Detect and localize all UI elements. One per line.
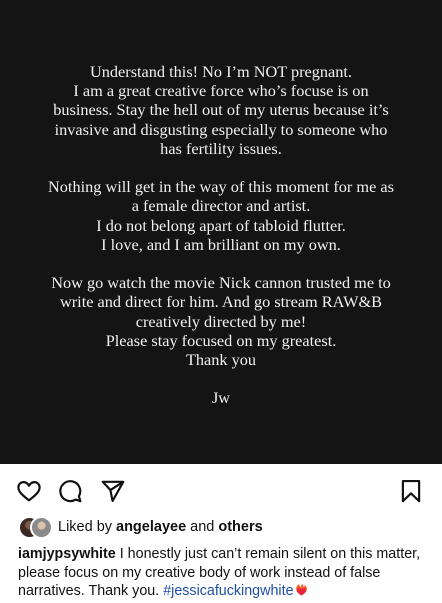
post-caption: iamjypsywhite I honestly just can’t rema… [18, 545, 430, 603]
post-image[interactable]: Understand this! No I’m NOT pregnant. I … [0, 0, 442, 464]
statement-paragraph-3: Now go watch the movie Nick cannon trust… [51, 273, 391, 370]
statement-paragraph-2: Nothing will get in the way of this mome… [48, 177, 394, 254]
caption-username[interactable]: iamjypsywhite [18, 546, 116, 562]
likes-others-link[interactable]: others [218, 519, 262, 535]
avatar [30, 516, 53, 539]
caption-hashtag[interactable]: #jessicafuckingwhite [163, 583, 293, 599]
heart-outline-icon[interactable] [16, 478, 42, 504]
statement-text: Understand this! No I’m NOT pregnant. I … [20, 62, 422, 408]
statement-paragraph-1: Understand this! No I’m NOT pregnant. I … [53, 62, 389, 158]
liker-avatars [18, 516, 53, 539]
action-bar [0, 464, 442, 514]
bookmark-icon[interactable] [398, 478, 424, 504]
heart-on-fire-icon [294, 582, 309, 603]
statement-signature: Jw [211, 388, 231, 408]
likes-conjunction: and [190, 519, 215, 535]
liker-username[interactable]: angelayee [116, 519, 186, 535]
likes-summary[interactable]: Liked by angelayee and others [18, 515, 263, 539]
likes-prefix: Liked by [58, 519, 113, 535]
comment-icon[interactable] [57, 478, 83, 504]
paper-plane-icon[interactable] [100, 478, 126, 504]
